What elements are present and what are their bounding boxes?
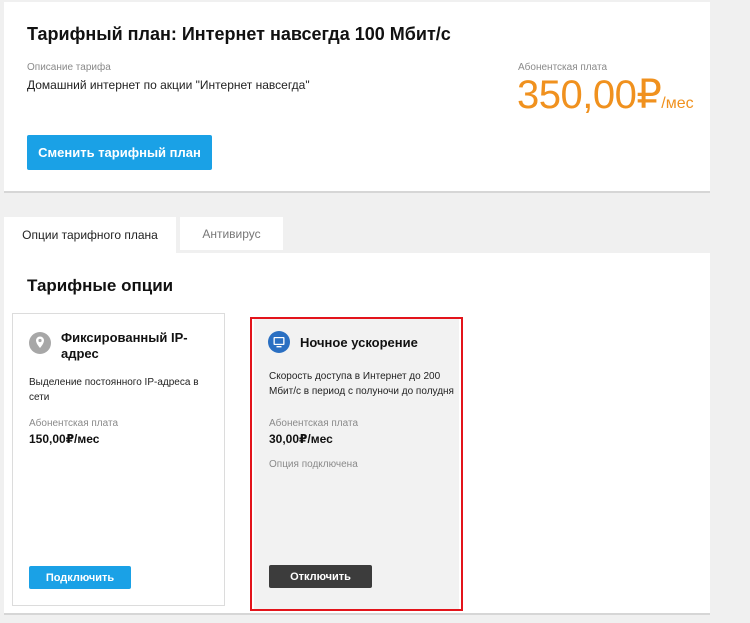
option-title-line: Фиксированный IP-	[61, 330, 188, 345]
option-card-fixed-ip: Фиксированный IP- адрес Выделение постоя…	[12, 313, 225, 606]
tab-plan-options[interactable]: Опции тарифного плана	[4, 217, 176, 253]
option-description-line: сети	[29, 392, 50, 403]
option-description-line: Скорость доступа в Интернет до 200	[269, 371, 441, 382]
location-pin-icon	[29, 332, 51, 354]
plan-description-label: Описание тарифа	[27, 62, 111, 73]
option-description-line: Выделение постоянного IP-адреса в	[29, 377, 199, 388]
plan-price: 350,00₽/мес	[517, 72, 694, 118]
option-status: Опция подключена	[269, 459, 358, 470]
option-price: 30,00₽/мес	[269, 432, 333, 446]
plan-description: Домашний интернет по акции "Интернет нав…	[27, 78, 310, 92]
option-description: Скорость доступа в Интернет до 200 Мбит/…	[269, 369, 454, 399]
option-title: Фиксированный IP- адрес	[61, 330, 188, 362]
change-plan-button[interactable]: Сменить тарифный план	[27, 135, 212, 170]
option-description-line: Мбит/с в период с полуночи до полудня	[269, 386, 454, 397]
disconnect-button[interactable]: Отключить	[269, 565, 372, 588]
tariff-plan-card: Тарифный план: Интернет навсегда 100 Мби…	[4, 2, 710, 193]
option-card-night-boost: Ночное ускорение Скорость доступа в Инте…	[254, 317, 459, 610]
connect-button[interactable]: Подключить	[29, 566, 131, 589]
options-panel: Тарифные опции Фиксированный IP- адрес В…	[4, 253, 710, 615]
plan-price-amount: 350,00₽	[517, 73, 662, 117]
tab-antivirus[interactable]: Антивирус	[180, 217, 283, 250]
options-title: Тарифные опции	[27, 276, 174, 295]
plan-title: Тарифный план: Интернет навсегда 100 Мби…	[27, 24, 451, 44]
option-fee-label: Абонентская плата	[29, 418, 119, 429]
option-fee-label: Абонентская плата	[269, 418, 359, 429]
option-price: 150,00₽/мес	[29, 432, 100, 446]
monitor-icon	[268, 331, 290, 353]
option-description: Выделение постоянного IP-адреса в сети	[29, 375, 199, 405]
option-title: Ночное ускорение	[300, 335, 418, 350]
plan-price-unit: /мес	[661, 95, 694, 112]
option-title-line: адрес	[61, 346, 99, 361]
